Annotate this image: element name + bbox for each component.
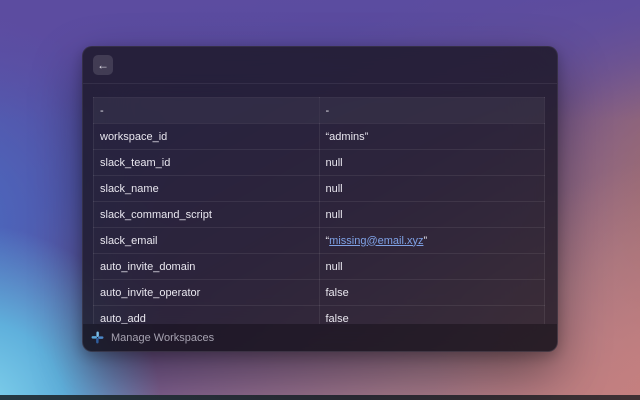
- screen-bottom-bar: [0, 395, 640, 400]
- table-header-cell: -: [93, 97, 320, 124]
- row-value-cell: “admins”: [318, 123, 545, 150]
- table-row: slack_team_id null: [93, 149, 545, 176]
- value-text: null: [325, 208, 343, 221]
- close-quote: ”: [364, 130, 369, 143]
- value-text: false: [325, 312, 349, 325]
- table-row: slack_email “missing@email.xyz”: [93, 227, 545, 254]
- table-header-row: --: [93, 97, 545, 124]
- desktop-background: ← -- workspace_id “admins” slack_team_id nu…: [0, 0, 640, 400]
- table-row: workspace_id “admins”: [93, 123, 545, 150]
- row-value-cell: false: [318, 279, 545, 306]
- row-value-cell: “missing@email.xyz”: [318, 227, 545, 254]
- table-container: -- workspace_id “admins” slack_team_id null…: [83, 84, 557, 324]
- row-key-cell: auto_add: [93, 305, 320, 324]
- table-body: workspace_id “admins” slack_team_id null sla…: [93, 123, 545, 325]
- table-header-cell: -: [318, 97, 545, 124]
- row-key-cell: auto_invite_domain: [93, 253, 320, 280]
- value-text: admins: [329, 130, 365, 143]
- slack-pinwheel-icon: [91, 331, 104, 344]
- row-value-cell: null: [318, 253, 545, 280]
- row-key-cell: workspace_id: [93, 123, 320, 150]
- footer-label: Manage Workspaces: [111, 331, 215, 344]
- close-quote: ”: [423, 234, 428, 247]
- value-text: null: [325, 182, 343, 195]
- row-key-cell: auto_invite_operator: [93, 279, 320, 306]
- manage-workspaces-window: ← -- workspace_id “admins” slack_team_id nu…: [82, 46, 558, 352]
- row-key-cell: slack_name: [93, 175, 320, 202]
- row-key-cell: slack_email: [93, 227, 320, 254]
- row-key-cell: slack_command_script: [93, 201, 320, 228]
- table-row: auto_add false: [93, 305, 545, 325]
- table-row: auto_invite_domain null: [93, 253, 545, 280]
- row-value-cell: false: [318, 305, 545, 325]
- value-text: false: [325, 286, 349, 299]
- back-button[interactable]: ←: [93, 55, 113, 75]
- value-text: null: [325, 260, 343, 273]
- table-row: slack_name null: [93, 175, 545, 202]
- row-key-cell: slack_team_id: [93, 149, 320, 176]
- row-value-cell: null: [318, 175, 545, 202]
- workspace-settings-table: -- workspace_id “admins” slack_team_id null…: [93, 97, 545, 324]
- row-value-cell: null: [318, 149, 545, 176]
- email-link[interactable]: missing@email.xyz: [329, 235, 423, 247]
- window-topbar: ←: [83, 47, 557, 84]
- back-arrow-icon: ←: [97, 58, 109, 72]
- value-text: null: [325, 156, 343, 169]
- table-row: slack_command_script null: [93, 201, 545, 228]
- window-footer: Manage Workspaces: [83, 324, 557, 351]
- table-row: auto_invite_operator false: [93, 279, 545, 306]
- row-value-cell: null: [318, 201, 545, 228]
